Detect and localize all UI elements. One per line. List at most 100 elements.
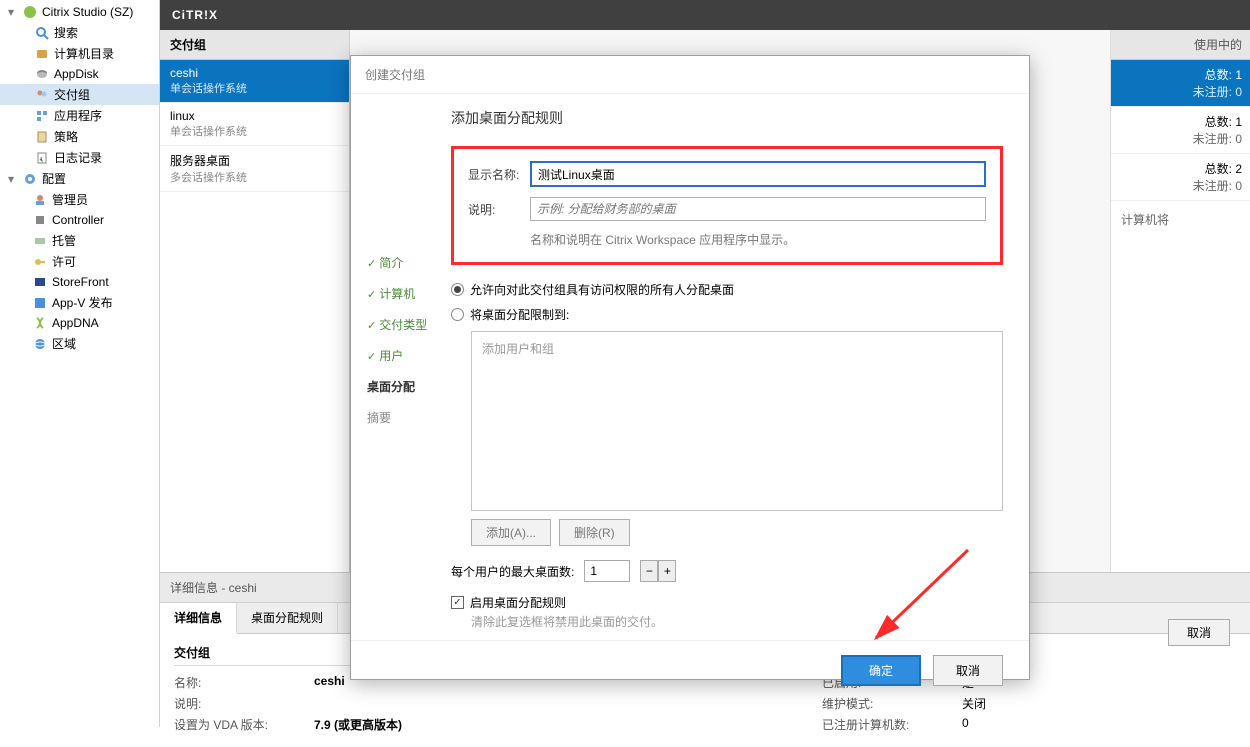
checkbox-hint: 清除此复选框将禁用此桌面的交付。 xyxy=(471,613,1003,630)
tree-label: AppDNA xyxy=(52,316,99,330)
max-desktops-input[interactable] xyxy=(584,560,630,582)
group-sub: 单会话操作系统 xyxy=(170,123,339,139)
tree-item-logging[interactable]: 日志记录 xyxy=(0,147,159,168)
tree-item-search[interactable]: 搜索 xyxy=(0,22,159,43)
tree-item-appv[interactable]: App-V 发布 xyxy=(0,292,159,313)
tree-label: 策略 xyxy=(54,128,78,145)
stat-row[interactable]: 总数: 1 未注册: 0 xyxy=(1111,107,1250,154)
step-desktop-assign[interactable]: 桌面分配 xyxy=(367,378,435,395)
tree-item-storefront[interactable]: StoreFront xyxy=(0,272,159,292)
tree-label: AppDisk xyxy=(54,67,99,81)
tree-item-catalog[interactable]: 计算机目录 xyxy=(0,43,159,64)
tree-label: 许可 xyxy=(52,253,76,270)
kv-row: 设置为 VDA 版本:7.9 (或更高版本) xyxy=(174,716,402,733)
ok-button[interactable]: 确定 xyxy=(841,655,921,686)
kv-row: 已注册计算机数:0 xyxy=(822,716,986,733)
spinner: − + xyxy=(640,560,676,582)
citrix-icon xyxy=(22,4,38,20)
spin-up[interactable]: + xyxy=(658,560,676,582)
dna-icon xyxy=(32,315,48,331)
step-machines[interactable]: 计算机 xyxy=(367,285,435,302)
tree-item-hosting[interactable]: 托管 xyxy=(0,230,159,251)
tab-details[interactable]: 详细信息 xyxy=(160,603,237,634)
tree-item-appdisk[interactable]: AppDisk xyxy=(0,64,159,84)
globe-icon xyxy=(32,336,48,352)
step-summary[interactable]: 摘要 xyxy=(367,409,435,426)
stat-row[interactable]: 总数: 1 未注册: 0 xyxy=(1111,60,1250,107)
group-name: linux xyxy=(170,109,339,123)
name-hint: 名称和说明在 Citrix Workspace 应用程序中显示。 xyxy=(530,231,986,248)
tree-label: 搜索 xyxy=(54,24,78,41)
tree-item-config[interactable]: ▾ 配置 xyxy=(0,168,159,189)
tree-root-label: Citrix Studio (SZ) xyxy=(42,5,133,19)
max-desktops-label: 每个用户的最大桌面数: xyxy=(451,563,574,580)
log-icon xyxy=(34,150,50,166)
step-intro[interactable]: 简介 xyxy=(367,254,435,271)
display-name-input[interactable] xyxy=(530,161,986,187)
radio-allow-all[interactable]: 允许向对此交付组具有访问权限的所有人分配桌面 xyxy=(451,281,1003,298)
kv-key: 说明: xyxy=(174,695,314,712)
stat-unreg: 未注册: 0 xyxy=(1119,177,1242,194)
kv-value: ceshi xyxy=(314,674,345,691)
collapse-icon[interactable]: ▾ xyxy=(8,172,18,186)
cancel-button[interactable]: 取消 xyxy=(1168,619,1230,646)
group-item[interactable]: linux 单会话操作系统 xyxy=(160,103,349,146)
highlight-box: 显示名称: 说明: 名称和说明在 Citrix Workspace 应用程序中显… xyxy=(451,146,1003,265)
radio-limit[interactable]: 将桌面分配限制到: xyxy=(451,306,1003,323)
group-item[interactable]: 服务器桌面 多会话操作系统 xyxy=(160,146,349,192)
add-button[interactable]: 添加(A)... xyxy=(471,519,551,546)
tree-root[interactable]: ▾ Citrix Studio (SZ) xyxy=(0,2,159,22)
key-icon xyxy=(32,254,48,270)
navigation-tree: ▾ Citrix Studio (SZ) 搜索 计算机目录 AppDisk 交付… xyxy=(0,0,160,727)
tree-label: 托管 xyxy=(52,232,76,249)
policy-icon xyxy=(34,129,50,145)
app-icon xyxy=(34,108,50,124)
tree-item-apps[interactable]: 应用程序 xyxy=(0,105,159,126)
tree-item-policy[interactable]: 策略 xyxy=(0,126,159,147)
remove-button[interactable]: 删除(R) xyxy=(559,519,630,546)
kv-value: 7.9 (或更高版本) xyxy=(314,716,402,733)
group-name: ceshi xyxy=(170,66,339,80)
group-item[interactable]: ceshi 单会话操作系统 xyxy=(160,60,349,103)
tree-item-delivery-group[interactable]: 交付组 xyxy=(0,84,159,105)
tree-item-license[interactable]: 许可 xyxy=(0,251,159,272)
tree-label: 日志记录 xyxy=(54,149,102,166)
cancel-button[interactable]: 取消 xyxy=(933,655,1003,686)
tab-desktop-rules[interactable]: 桌面分配规则 xyxy=(237,603,338,633)
tree-label: 计算机目录 xyxy=(54,45,114,62)
collapse-icon[interactable]: ▾ xyxy=(8,5,18,19)
description-input[interactable] xyxy=(530,197,986,221)
step-users[interactable]: 用户 xyxy=(367,347,435,364)
kv-key: 已注册计算机数: xyxy=(822,716,962,733)
admin-icon xyxy=(32,192,48,208)
tree-label: 交付组 xyxy=(54,86,90,103)
tree-item-controller[interactable]: Controller xyxy=(0,210,159,230)
group-sub: 单会话操作系统 xyxy=(170,80,339,96)
users-icon xyxy=(34,87,50,103)
store-icon xyxy=(32,274,48,290)
kv-value: 0 xyxy=(962,716,969,733)
stat-unreg: 未注册: 0 xyxy=(1119,130,1242,147)
tree-label: 应用程序 xyxy=(54,107,102,124)
step-delivery-type[interactable]: 交付类型 xyxy=(367,316,435,333)
checkbox-icon: ✓ xyxy=(451,596,464,609)
wizard-header: 创建交付组 xyxy=(351,56,1029,94)
brand-logo: CiTR!X xyxy=(172,8,218,22)
radio-label: 将桌面分配限制到: xyxy=(470,306,569,323)
stat-row[interactable]: 总数: 2 未注册: 0 xyxy=(1111,154,1250,201)
tree-label: 管理员 xyxy=(52,191,88,208)
tree-item-admins[interactable]: 管理员 xyxy=(0,189,159,210)
catalog-icon xyxy=(34,46,50,62)
enable-rule-checkbox[interactable]: ✓ 启用桌面分配规则 xyxy=(451,594,1003,611)
groups-header: 交付组 xyxy=(160,30,349,60)
gear-icon xyxy=(22,171,38,187)
tree-item-appdna[interactable]: AppDNA xyxy=(0,313,159,333)
stat-total: 总数: 2 xyxy=(1119,160,1242,177)
spin-down[interactable]: − xyxy=(640,560,658,582)
radio-icon xyxy=(451,283,464,296)
tree-label: Controller xyxy=(52,213,104,227)
tree-item-zone[interactable]: 区域 xyxy=(0,333,159,354)
users-listbox[interactable]: 添加用户和组 xyxy=(471,331,1003,511)
server-icon xyxy=(32,212,48,228)
display-name-label: 显示名称: xyxy=(468,166,530,183)
